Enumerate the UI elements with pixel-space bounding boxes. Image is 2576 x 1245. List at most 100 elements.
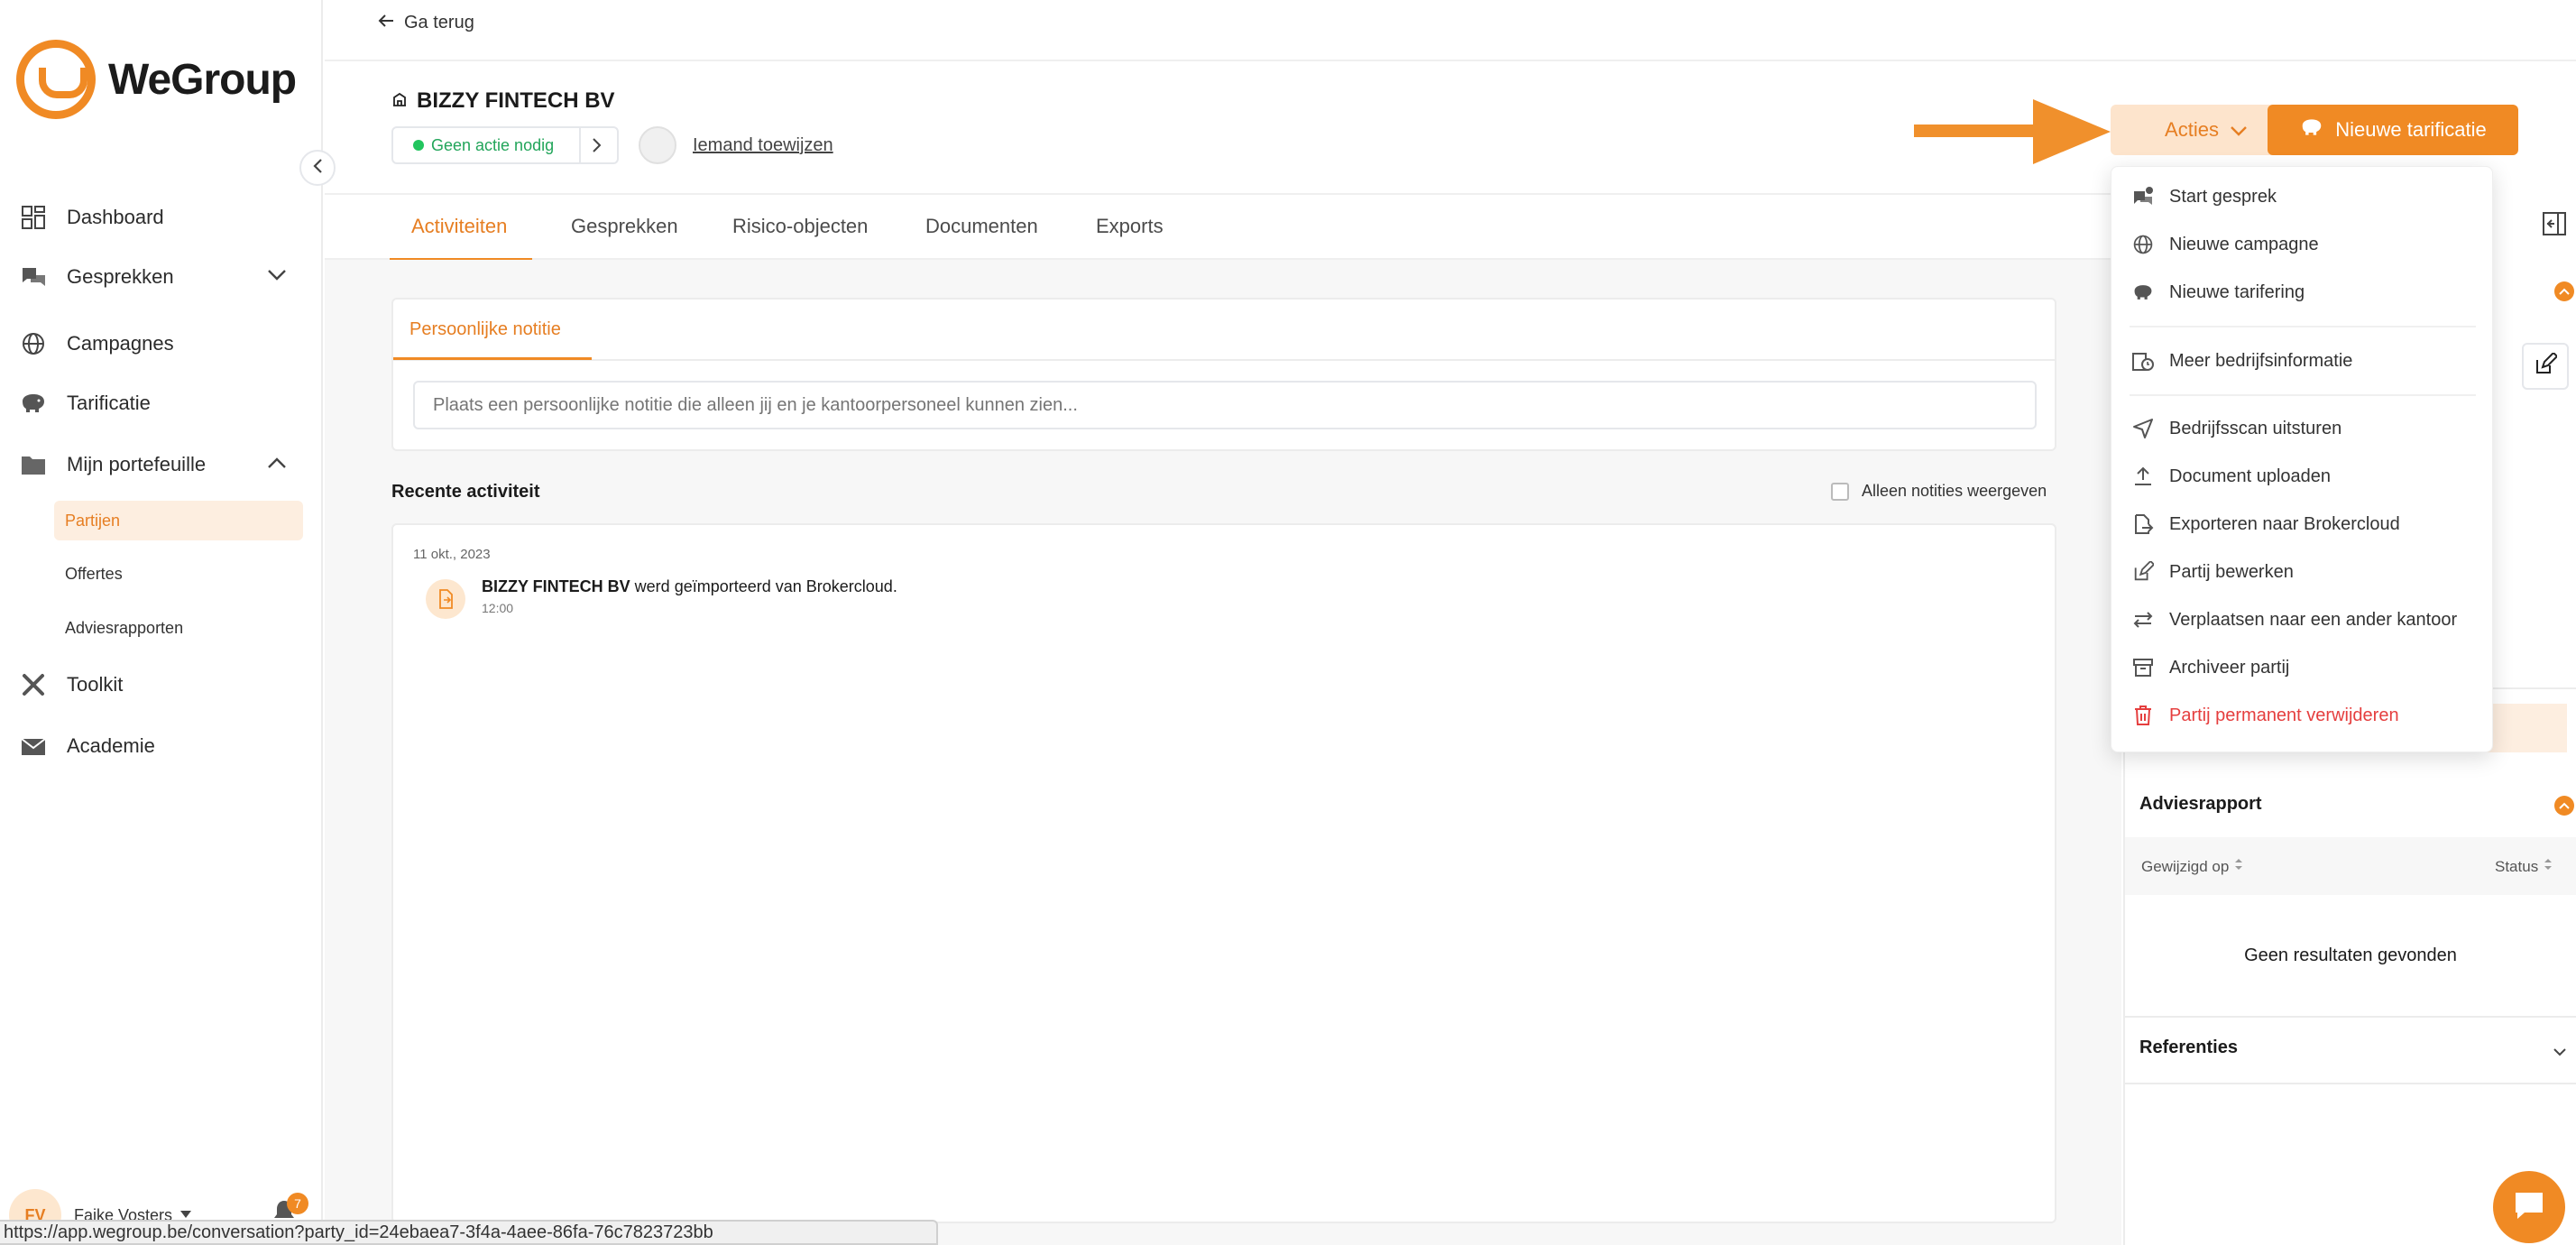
assign-user[interactable]: Iemand toewijzen (639, 126, 833, 164)
menu-item-partij-bewerken[interactable]: Partij bewerken (2130, 558, 2294, 586)
tab-documenten[interactable]: Documenten (925, 215, 1038, 238)
activity-date: 11 okt., 2023 (413, 547, 491, 562)
wegroup-logo-icon (16, 40, 96, 119)
chevron-left-icon (312, 158, 323, 179)
sidebar-item-toolkit[interactable]: Toolkit (18, 669, 123, 700)
activity-description: werd geïmporteerd van Brokercloud. (630, 577, 897, 595)
sidebar-item-dashboard[interactable]: Dashboard (18, 202, 164, 233)
globe-icon (2130, 231, 2157, 258)
menu-item-verplaatsen-kantoor[interactable]: Verplaatsen naar een ander kantoor (2130, 606, 2457, 633)
page-title: BIZZY FINTECH BV (391, 88, 615, 114)
menu-item-label: Verplaatsen naar een ander kantoor (2169, 609, 2458, 630)
mail-icon (18, 731, 49, 761)
logo[interactable]: WeGroup (16, 40, 297, 119)
assign-label: Iemand toewijzen (693, 134, 833, 155)
menu-item-archiveer-partij[interactable]: Archiveer partij (2130, 654, 2289, 681)
sidebar-subitem-label: Offertes (65, 564, 123, 583)
tools-icon (18, 669, 49, 700)
transfer-icon (2130, 606, 2157, 633)
references-title[interactable]: Referenties (2139, 1038, 2238, 1058)
personal-note-input[interactable] (413, 381, 2037, 429)
tab-personal-note[interactable]: Persoonlijke notitie (409, 319, 561, 340)
activity-subject: BIZZY FINTECH BV (482, 577, 630, 595)
menu-item-bedrijfsscan-uitsturen[interactable]: Bedrijfsscan uitsturen (2130, 415, 2341, 442)
globe-icon (18, 328, 49, 359)
avatar-placeholder (639, 126, 676, 164)
sidebar-item-label: Toolkit (67, 673, 124, 696)
menu-item-label: Bedrijfsscan uitsturen (2169, 418, 2342, 438)
menu-item-start-gesprek[interactable]: Start gesprek (2130, 183, 2277, 210)
edit-button[interactable] (2522, 343, 2569, 390)
sidebar-item-tarificatie[interactable]: Tarificatie (18, 388, 151, 419)
sidebar-item-label: Mijn portefeuille (67, 453, 207, 475)
menu-item-document-uploaden[interactable]: Document uploaden (2130, 463, 2331, 490)
status-dot (413, 140, 424, 151)
chevron-down-icon[interactable] (2553, 1045, 2567, 1061)
piggybank-icon (2299, 116, 2324, 143)
collapse-up-icon[interactable] (2554, 796, 2574, 816)
dashboard-icon (18, 202, 49, 233)
edit-icon (2130, 558, 2157, 586)
notification-badge: 7 (287, 1193, 308, 1214)
support-chat-button[interactable] (2493, 1171, 2565, 1243)
chevron-down-icon[interactable] (267, 269, 287, 286)
sidebar-subitem-partijen[interactable]: Partijen (54, 501, 303, 540)
activity-list: 11 okt., 2023 BIZZY FINTECH BV werd geïm… (391, 523, 2056, 1223)
sidebar-item-portefeuille[interactable]: Mijn portefeuille (18, 449, 206, 480)
menu-item-partij-verwijderen[interactable]: Partij permanent verwijderen (2130, 702, 2399, 729)
sidebar-item-label: Dashboard (67, 206, 164, 228)
menu-item-nieuwe-campagne[interactable]: Nieuwe campagne (2130, 231, 2319, 258)
upload-icon (2130, 463, 2157, 490)
collapse-up-icon[interactable] (2554, 281, 2574, 301)
tab-exports[interactable]: Exports (1096, 215, 1164, 238)
building-icon (391, 88, 408, 114)
menu-item-label: Archiveer partij (2169, 657, 2290, 678)
advice-report-title: Adviesrapport (2139, 794, 2262, 814)
export-icon (2130, 511, 2157, 538)
arrow-left-icon (377, 13, 395, 33)
column-label: Gewijzigd op (2141, 857, 2230, 875)
chat-plus-icon (2130, 183, 2157, 210)
only-notes-checkbox[interactable] (1831, 482, 1849, 501)
sidebar-item-campagnes[interactable]: Campagnes (18, 328, 174, 359)
piggybank-icon (2130, 279, 2157, 306)
sidebar-subitem-adviesrapporten[interactable]: Adviesrapporten (54, 608, 303, 648)
tab-risico-objecten[interactable]: Risico-objecten (732, 215, 868, 238)
note-card: Persoonlijke notitie (391, 298, 2056, 451)
actions-menu: Start gesprek Nieuwe campagne Nieuwe tar… (2111, 166, 2493, 752)
browser-status-url: https://app.wegroup.be/conversation?part… (0, 1220, 938, 1245)
sidebar-item-gesprekken[interactable]: Gesprekken (18, 262, 174, 292)
column-modified[interactable]: Gewijzigd op (2141, 857, 2243, 876)
back-link[interactable]: Ga terug (377, 13, 474, 33)
sidebar-subitem-offertes[interactable]: Offertes (54, 554, 303, 594)
divider (2125, 1083, 2576, 1084)
menu-item-meer-bedrijfsinformatie[interactable]: Meer bedrijfsinformatie (2130, 347, 2352, 374)
chat-icon (18, 262, 49, 292)
menu-item-label: Document uploaden (2169, 466, 2332, 486)
new-tarification-label: Nieuwe tarificatie (2335, 118, 2487, 141)
sidebar-item-academie[interactable]: Academie (18, 731, 155, 761)
menu-item-nieuwe-tarifering[interactable]: Nieuwe tarifering (2130, 279, 2305, 306)
sidebar-item-label: Campagnes (67, 332, 174, 355)
chevron-down-icon (2230, 118, 2248, 142)
only-notes-filter[interactable]: Alleen notities weergeven (1831, 482, 2047, 501)
menu-item-exporteren-brokercloud[interactable]: Exporteren naar Brokercloud (2130, 511, 2400, 538)
status-text: Geen actie nodig (431, 135, 555, 154)
menu-item-label: Partij bewerken (2169, 561, 2294, 582)
import-file-icon (426, 579, 465, 619)
chevron-right-icon[interactable] (592, 137, 603, 158)
back-label: Ga terug (404, 13, 474, 32)
status-badge[interactable]: Geen actie nodig (391, 126, 619, 164)
tab-activiteiten[interactable]: Activiteiten (411, 215, 507, 238)
chevron-up-icon[interactable] (267, 456, 287, 474)
send-icon (2130, 415, 2157, 442)
column-status[interactable]: Status (2495, 857, 2553, 876)
new-tarification-button[interactable]: Nieuwe tarificatie (2268, 105, 2518, 155)
collapse-sidebar-button[interactable] (299, 150, 336, 186)
menu-item-label: Partij permanent verwijderen (2169, 705, 2399, 725)
column-label: Status (2495, 857, 2539, 875)
tab-gesprekken[interactable]: Gesprekken (571, 215, 678, 238)
panel-toggle-icon[interactable] (2542, 211, 2567, 241)
sidebar-item-label: Gesprekken (67, 265, 174, 288)
activity-time: 12:00 (482, 601, 514, 615)
